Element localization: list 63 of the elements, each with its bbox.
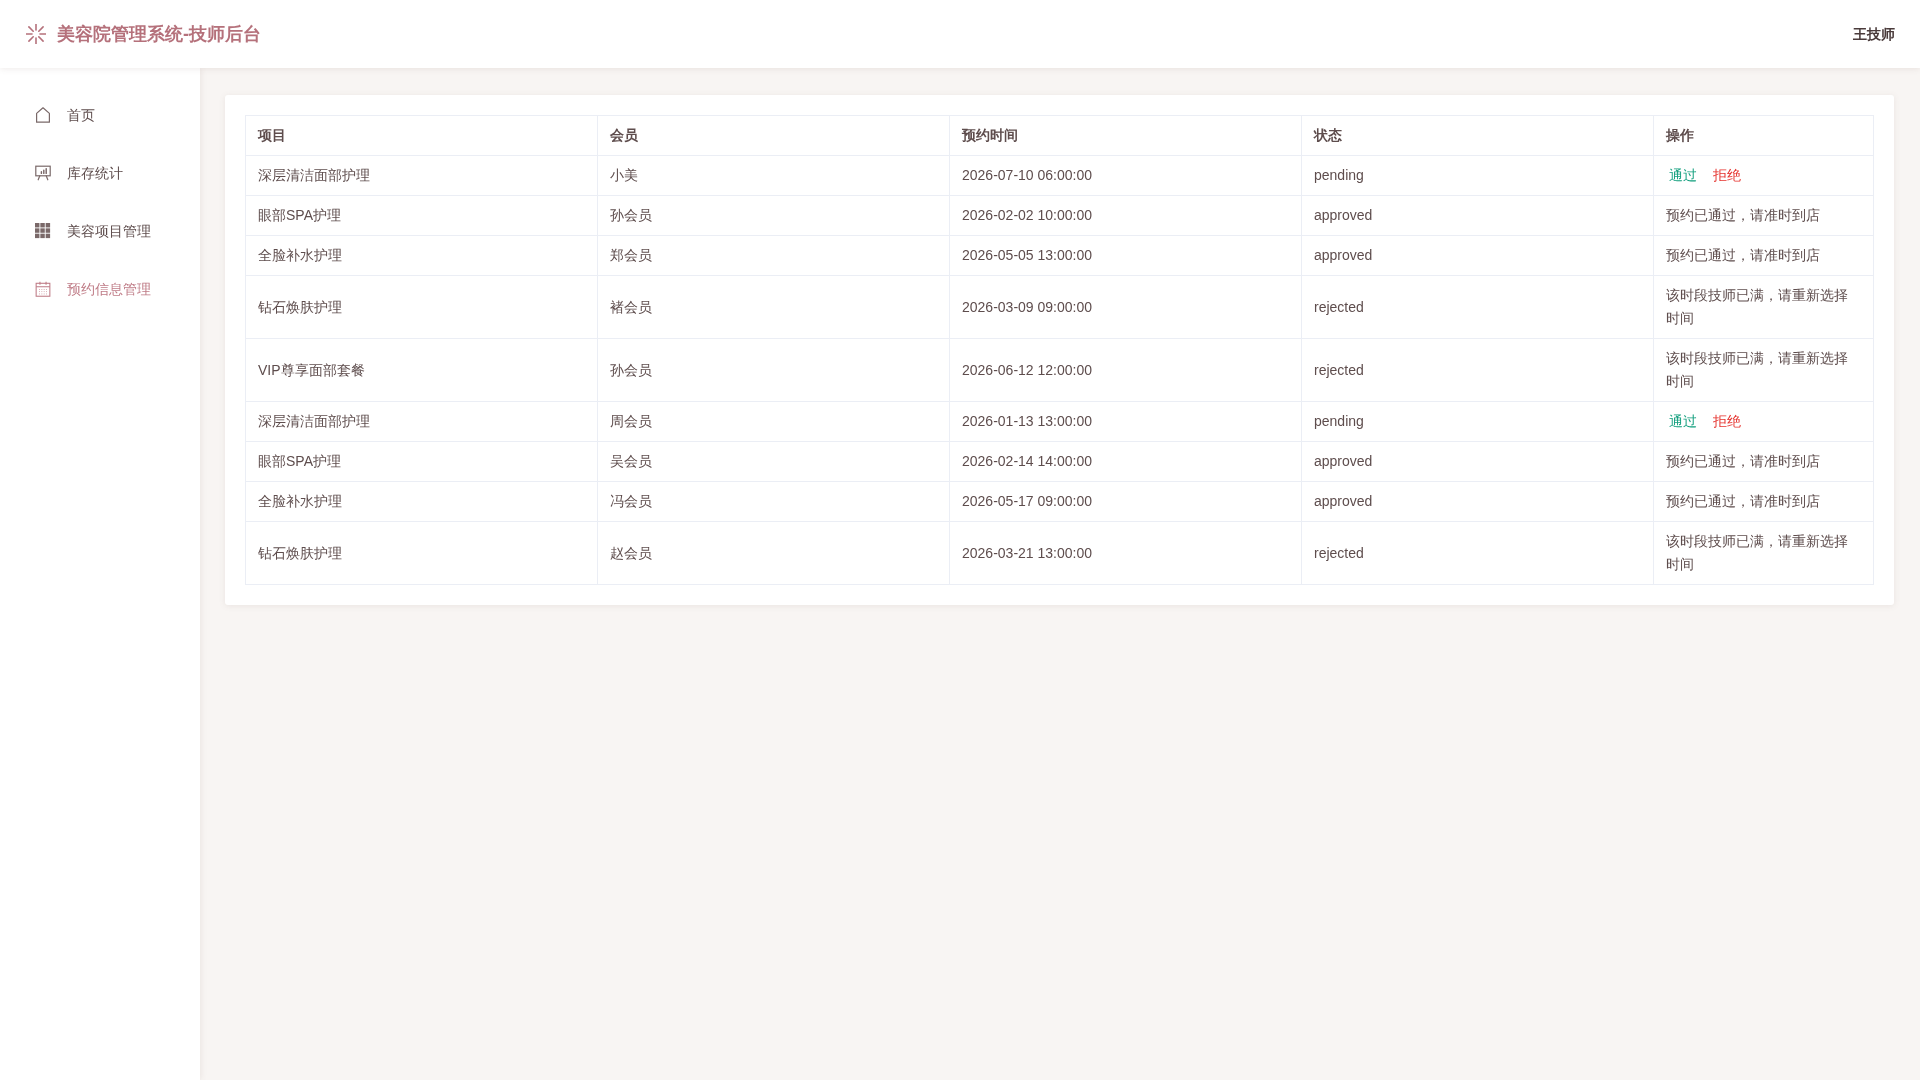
table-cell: 该时段技师已满，请重新选择时间 bbox=[1653, 275, 1874, 339]
sidebar-item[interactable]: 美容项目管理 bbox=[0, 202, 200, 260]
table-cell: 全脸补水护理 bbox=[245, 481, 598, 522]
user-name: 王技师 bbox=[1853, 24, 1895, 44]
table-cell: 褚会员 bbox=[597, 275, 950, 339]
table-cell: 吴会员 bbox=[597, 441, 950, 482]
table-cell: approved bbox=[1301, 481, 1654, 522]
table-cell: 钻石焕肤护理 bbox=[245, 521, 598, 585]
table-cell: approved bbox=[1301, 441, 1654, 482]
table-cell: 2026-03-09 09:00:00 bbox=[949, 275, 1302, 339]
table-cell: 全脸补水护理 bbox=[245, 235, 598, 276]
table-cell: approved bbox=[1301, 235, 1654, 276]
table-cell: 预约已通过，请准时到店 bbox=[1653, 195, 1874, 236]
table-cell: 2026-05-05 13:00:00 bbox=[949, 235, 1302, 276]
table-cell: 2026-03-21 13:00:00 bbox=[949, 521, 1302, 585]
calendar-icon bbox=[35, 281, 51, 297]
table-cell: 郑会员 bbox=[597, 235, 950, 276]
table-cell: 周会员 bbox=[597, 401, 950, 442]
table-cell: rejected bbox=[1301, 275, 1654, 339]
table-cell: 2026-02-02 10:00:00 bbox=[949, 195, 1302, 236]
column-header: 状态 bbox=[1301, 115, 1654, 156]
home-icon bbox=[35, 107, 51, 123]
column-header: 项目 bbox=[245, 115, 598, 156]
table-cell: 2026-06-12 12:00:00 bbox=[949, 338, 1302, 402]
column-header: 会员 bbox=[597, 115, 950, 156]
presentation-chart-icon bbox=[35, 165, 51, 181]
table-cell: 2026-01-13 13:00:00 bbox=[949, 401, 1302, 442]
app-title: 美容院管理系统-技师后台 bbox=[57, 22, 261, 46]
column-header: 操作 bbox=[1653, 115, 1874, 156]
table-cell: 深层清洁面部护理 bbox=[245, 401, 598, 442]
table-cell: pending bbox=[1301, 401, 1654, 442]
table-cell: 眼部SPA护理 bbox=[245, 441, 598, 482]
reject-button[interactable]: 拒绝 bbox=[1710, 164, 1744, 187]
table-cell: 2026-07-10 06:00:00 bbox=[949, 155, 1302, 196]
table-cell: pending bbox=[1301, 155, 1654, 196]
approve-button[interactable]: 通过 bbox=[1666, 410, 1700, 433]
approve-button[interactable]: 通过 bbox=[1666, 164, 1700, 187]
sidebar-item[interactable]: 首页 bbox=[0, 86, 200, 144]
sidebar-item[interactable]: 预约信息管理 bbox=[0, 260, 200, 318]
table-cell: rejected bbox=[1301, 338, 1654, 402]
table-cell: rejected bbox=[1301, 521, 1654, 585]
table-cell: 赵会员 bbox=[597, 521, 950, 585]
table-cell: 小美 bbox=[597, 155, 950, 196]
table-cell: 2026-02-14 14:00:00 bbox=[949, 441, 1302, 482]
table-cell: 预约已通过，请准时到店 bbox=[1653, 235, 1874, 276]
burst-icon bbox=[26, 24, 46, 44]
grid-icon bbox=[35, 223, 51, 239]
table-cell: approved bbox=[1301, 195, 1654, 236]
table-cell: 该时段技师已满，请重新选择时间 bbox=[1653, 338, 1874, 402]
table-cell: 钻石焕肤护理 bbox=[245, 275, 598, 339]
table-cell: 孙会员 bbox=[597, 338, 950, 402]
table-cell: 2026-05-17 09:00:00 bbox=[949, 481, 1302, 522]
column-header: 预约时间 bbox=[949, 115, 1302, 156]
table-cell: 眼部SPA护理 bbox=[245, 195, 598, 236]
table-cell: VIP尊享面部套餐 bbox=[245, 338, 598, 402]
table-cell: 冯会员 bbox=[597, 481, 950, 522]
table-cell: 预约已通过，请准时到店 bbox=[1653, 441, 1874, 482]
table-cell: 孙会员 bbox=[597, 195, 950, 236]
sidebar-item[interactable]: 库存统计 bbox=[0, 144, 200, 202]
table-cell: 深层清洁面部护理 bbox=[245, 155, 598, 196]
reject-button[interactable]: 拒绝 bbox=[1710, 410, 1744, 433]
table-cell: 预约已通过，请准时到店 bbox=[1653, 481, 1874, 522]
table-cell: 该时段技师已满，请重新选择时间 bbox=[1653, 521, 1874, 585]
